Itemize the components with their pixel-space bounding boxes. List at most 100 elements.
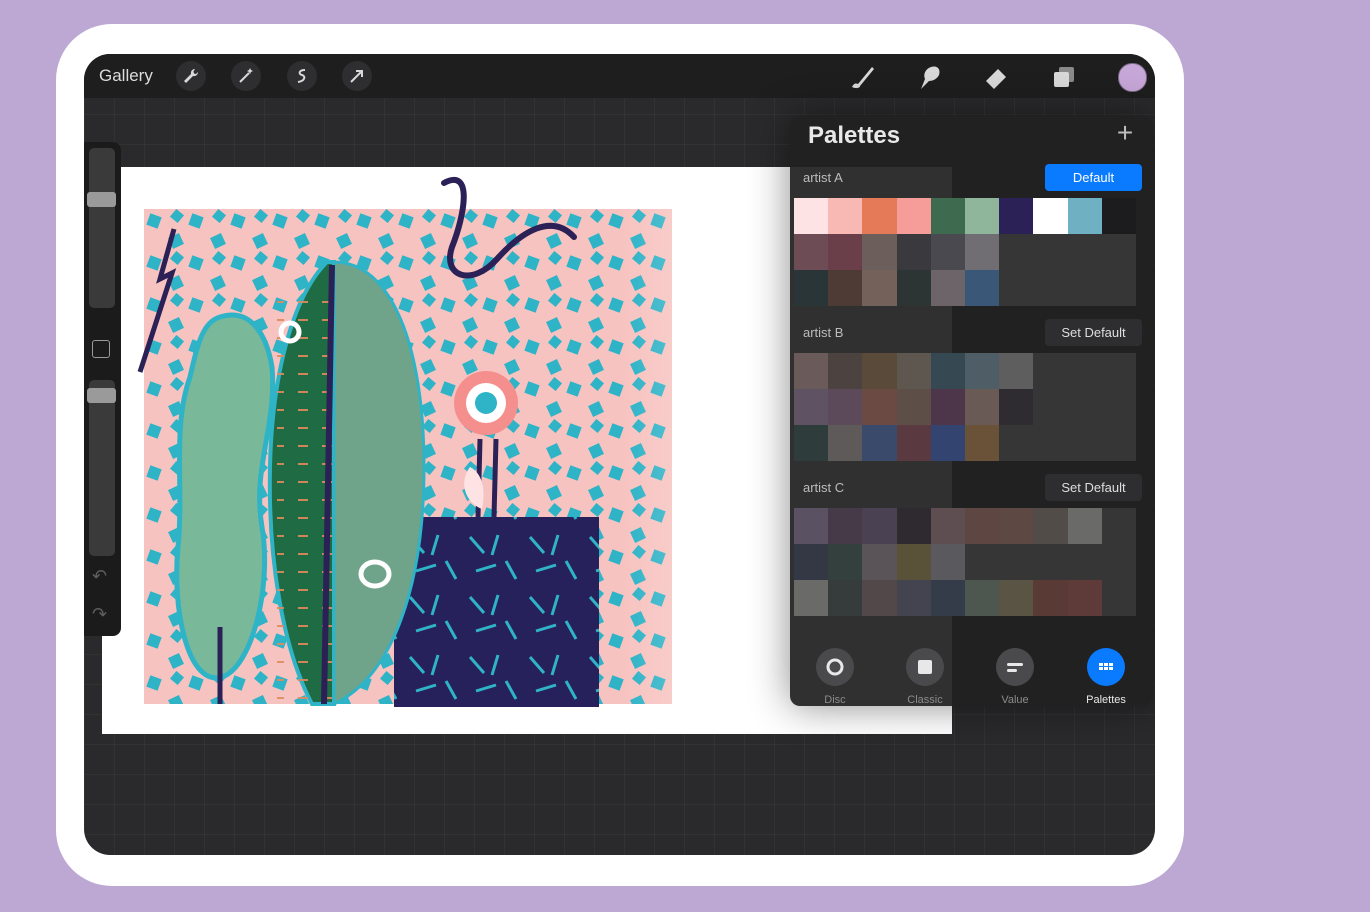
color-swatch[interactable] [999,353,1034,389]
selection-button[interactable] [287,61,317,91]
color-swatch[interactable] [930,389,966,425]
color-swatch[interactable] [794,270,829,306]
color-swatch[interactable] [930,508,966,544]
color-swatch[interactable] [1101,198,1137,234]
color-swatch[interactable] [1033,508,1068,544]
layers-button[interactable] [1048,61,1080,93]
palette-name[interactable]: artist B [803,321,843,345]
color-swatch[interactable] [828,234,863,270]
color-swatch[interactable] [1101,580,1137,616]
color-swatch[interactable] [1067,270,1102,306]
color-swatch[interactable] [862,353,897,389]
palette-name[interactable]: artist C [803,476,844,500]
color-swatch[interactable] [1067,425,1102,461]
color-swatch[interactable] [999,389,1034,425]
color-swatch[interactable] [965,353,1000,389]
color-swatch[interactable] [999,508,1034,544]
color-swatch[interactable] [794,508,829,544]
transform-button[interactable] [342,61,372,91]
color-picker-button[interactable] [1118,63,1147,92]
color-swatch[interactable] [828,353,863,389]
color-swatch[interactable] [828,508,863,544]
color-swatch[interactable] [965,508,1000,544]
brush-size-knob[interactable] [87,191,116,207]
color-swatch[interactable] [1067,353,1102,389]
color-swatch[interactable] [828,270,863,306]
color-swatch[interactable] [896,389,931,425]
color-swatch[interactable] [999,270,1034,306]
color-swatch[interactable] [1033,198,1068,234]
color-swatch[interactable] [794,234,829,270]
color-swatch[interactable] [1101,508,1137,544]
color-swatch[interactable] [1033,425,1068,461]
color-swatch[interactable] [1067,389,1102,425]
color-swatch[interactable] [896,544,931,580]
color-swatch[interactable] [999,234,1034,270]
color-swatch[interactable] [862,198,897,234]
color-swatch[interactable] [1101,234,1137,270]
eraser-tool-button[interactable] [980,61,1012,93]
color-swatch[interactable] [862,270,897,306]
color-swatch[interactable] [1067,580,1102,616]
set-default-button[interactable]: Set Default [1045,474,1142,501]
color-swatch[interactable] [1067,198,1102,234]
color-swatch[interactable] [1033,234,1068,270]
color-swatch[interactable] [1033,270,1068,306]
color-swatch[interactable] [965,580,1000,616]
color-swatch[interactable] [828,425,863,461]
color-swatch[interactable] [930,270,966,306]
color-swatch[interactable] [1067,234,1102,270]
color-swatch[interactable] [1101,389,1137,425]
adjustments-button[interactable] [231,61,261,91]
palette-name[interactable]: artist A [803,166,843,190]
color-swatch[interactable] [999,544,1034,580]
color-swatch[interactable] [1101,425,1137,461]
tab-disc[interactable]: Disc [795,648,875,706]
color-swatch[interactable] [965,270,1000,306]
tab-classic[interactable]: Classic [885,648,965,706]
color-swatch[interactable] [930,580,966,616]
color-swatch[interactable] [965,389,1000,425]
color-swatch[interactable] [965,425,1000,461]
color-swatch[interactable] [930,425,966,461]
color-swatch[interactable] [794,389,829,425]
color-swatch[interactable] [862,544,897,580]
smudge-tool-button[interactable] [913,61,945,93]
color-swatch[interactable] [1033,353,1068,389]
color-swatch[interactable] [930,234,966,270]
opacity-knob[interactable] [87,388,116,404]
color-swatch[interactable] [896,425,931,461]
color-swatch[interactable] [1033,389,1068,425]
actions-wrench-button[interactable] [176,61,206,91]
color-swatch[interactable] [999,580,1034,616]
add-palette-button[interactable]: + [1112,119,1138,147]
color-swatch[interactable] [930,198,966,234]
color-swatch[interactable] [896,234,931,270]
color-swatch[interactable] [828,580,863,616]
color-swatch[interactable] [794,425,829,461]
redo-icon[interactable]: ↷ [92,604,107,625]
color-swatch[interactable] [794,353,829,389]
undo-icon[interactable]: ↶ [92,566,107,587]
modify-button[interactable] [92,340,110,358]
color-swatch[interactable] [896,198,931,234]
color-swatch[interactable] [1033,544,1068,580]
opacity-slider[interactable] [89,380,115,556]
color-swatch[interactable] [862,580,897,616]
brush-tool-button[interactable] [846,61,878,93]
brush-size-slider[interactable] [89,148,115,308]
default-palette-button[interactable]: Default [1045,164,1142,191]
color-swatch[interactable] [1101,353,1137,389]
color-swatch[interactable] [1033,580,1068,616]
color-swatch[interactable] [999,425,1034,461]
color-swatch[interactable] [965,234,1000,270]
color-swatch[interactable] [794,580,829,616]
color-swatch[interactable] [794,198,829,234]
tab-palettes[interactable]: Palettes [1066,648,1146,706]
color-swatch[interactable] [896,580,931,616]
color-swatch[interactable] [965,198,1000,234]
color-swatch[interactable] [862,234,897,270]
color-swatch[interactable] [1067,508,1102,544]
color-swatch[interactable] [999,198,1034,234]
tab-value[interactable]: Value [975,648,1055,706]
